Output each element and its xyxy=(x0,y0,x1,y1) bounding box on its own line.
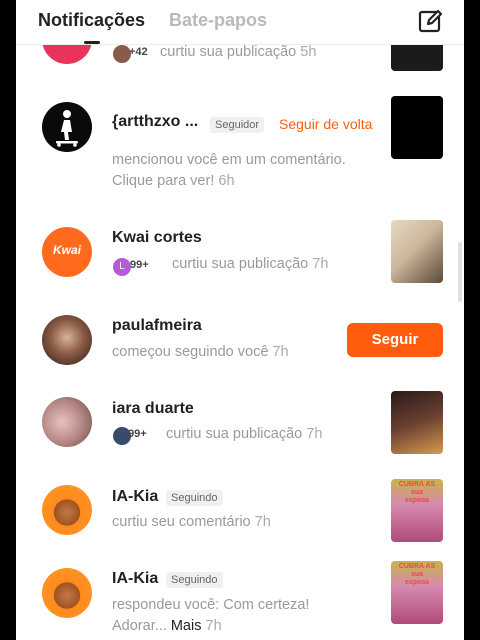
user-name[interactable]: iara duarte xyxy=(112,400,194,418)
liker-avatar: L xyxy=(112,257,132,277)
notification-text: curtiu sua publicação 7h xyxy=(172,254,328,275)
likers-count: 99+ xyxy=(128,428,147,440)
timestamp: 7h xyxy=(306,426,323,442)
notification-row[interactable]: IA-Kia Seguindo curtiu seu comentário 7h… xyxy=(16,475,464,555)
action-text: curtiu sua publicação xyxy=(172,256,309,272)
likers-count: 99+ xyxy=(130,259,149,271)
relationship-badge: Seguidor xyxy=(210,117,265,133)
post-thumbnail[interactable] xyxy=(391,96,443,159)
post-thumbnail[interactable]: CUBRA AS sua esposa xyxy=(391,561,443,624)
likers-cluster: +42 xyxy=(112,44,152,64)
notification-text: respondeu você: Com certeza! Adorar... M… xyxy=(112,595,309,637)
timestamp: 7h xyxy=(205,618,222,634)
skater-icon xyxy=(56,110,78,147)
post-thumbnail[interactable] xyxy=(391,220,443,283)
follow-back-link[interactable]: Seguir de volta xyxy=(279,116,372,132)
likers-count: +42 xyxy=(129,46,148,58)
action-text-line1: respondeu você: Com certeza! xyxy=(112,597,310,613)
scrollbar[interactable] xyxy=(458,242,462,302)
action-text: começou seguindo você xyxy=(112,344,269,360)
avatar[interactable] xyxy=(42,485,92,535)
timestamp: 7h xyxy=(254,514,271,530)
notification-row[interactable]: paulafmeira começou seguindo você 7h Seg… xyxy=(16,305,464,375)
avatar[interactable] xyxy=(42,315,92,365)
post-thumbnail[interactable]: CUBRA AS sua esposa xyxy=(391,479,443,542)
notification-text: curtiu sua publicação 7h xyxy=(166,424,322,445)
kwai-logo-text: Kwai xyxy=(52,243,81,257)
action-text-line1: mencionou você em um comentário. xyxy=(112,152,346,168)
relationship-badge: Seguindo xyxy=(166,572,223,588)
user-name[interactable]: IA-Kia xyxy=(112,488,158,506)
timestamp: 7h xyxy=(312,256,329,272)
user-name[interactable]: {artthzxo ... xyxy=(112,113,198,131)
notification-text: curtiu seu comentário 7h xyxy=(112,512,271,533)
action-text: curtiu sua publicação xyxy=(166,426,303,442)
notification-text: curtiu sua publicação 5h xyxy=(160,42,316,63)
timestamp: 7h xyxy=(272,344,289,360)
action-text: curtiu sua publicação xyxy=(160,44,297,60)
compose-icon[interactable] xyxy=(416,7,444,35)
avatar[interactable] xyxy=(42,102,92,152)
user-name[interactable]: IA-Kia xyxy=(112,570,158,588)
timestamp: 6h xyxy=(218,173,235,189)
avatar[interactable] xyxy=(42,397,92,447)
more-link[interactable]: Mais xyxy=(171,618,202,634)
notification-row[interactable]: {artthzxo ... Seguidor Seguir de volta m… xyxy=(16,90,464,200)
notification-row[interactable]: IA-Kia Seguindo respondeu você: Com cert… xyxy=(16,557,464,640)
user-name[interactable]: Kwai cortes xyxy=(112,229,202,247)
notification-text: começou seguindo você 7h xyxy=(112,342,289,363)
relationship-badge: Seguindo xyxy=(166,490,223,506)
follow-button[interactable]: Seguir xyxy=(347,323,443,357)
notification-row[interactable]: iara duarte 99+ curtiu sua publicação 7h xyxy=(16,385,464,465)
notification-text: mencionou você em um comentário. Clique … xyxy=(112,150,346,192)
likers-cluster: 99+ xyxy=(112,426,152,446)
avatar[interactable]: Kwai xyxy=(42,227,92,277)
tab-chats[interactable]: Bate-papos xyxy=(169,10,267,31)
top-bar: Notificações Bate-papos xyxy=(16,0,464,45)
thumbnail-caption: CUBRA AS sua esposa xyxy=(398,481,436,504)
likers-cluster: L 99+ xyxy=(112,257,152,277)
action-text: curtiu seu comentário xyxy=(112,514,251,530)
active-tab-indicator xyxy=(84,41,100,44)
timestamp: 5h xyxy=(300,44,317,60)
avatar[interactable] xyxy=(42,568,92,618)
tab-notifications[interactable]: Notificações xyxy=(38,10,145,31)
notification-row[interactable]: Kwai Kwai cortes L 99+ curtiu sua public… xyxy=(16,215,464,295)
post-thumbnail[interactable] xyxy=(391,391,443,454)
user-name[interactable]: paulafmeira xyxy=(112,317,202,335)
action-text-line2: Clique para ver! xyxy=(112,173,215,189)
thumbnail-caption: CUBRA AS sua esposa xyxy=(398,563,436,586)
action-text-line2: Adorar... xyxy=(112,618,167,634)
notifications-screen: Notificações Bate-papos +42 curtiu sua p… xyxy=(16,0,464,640)
